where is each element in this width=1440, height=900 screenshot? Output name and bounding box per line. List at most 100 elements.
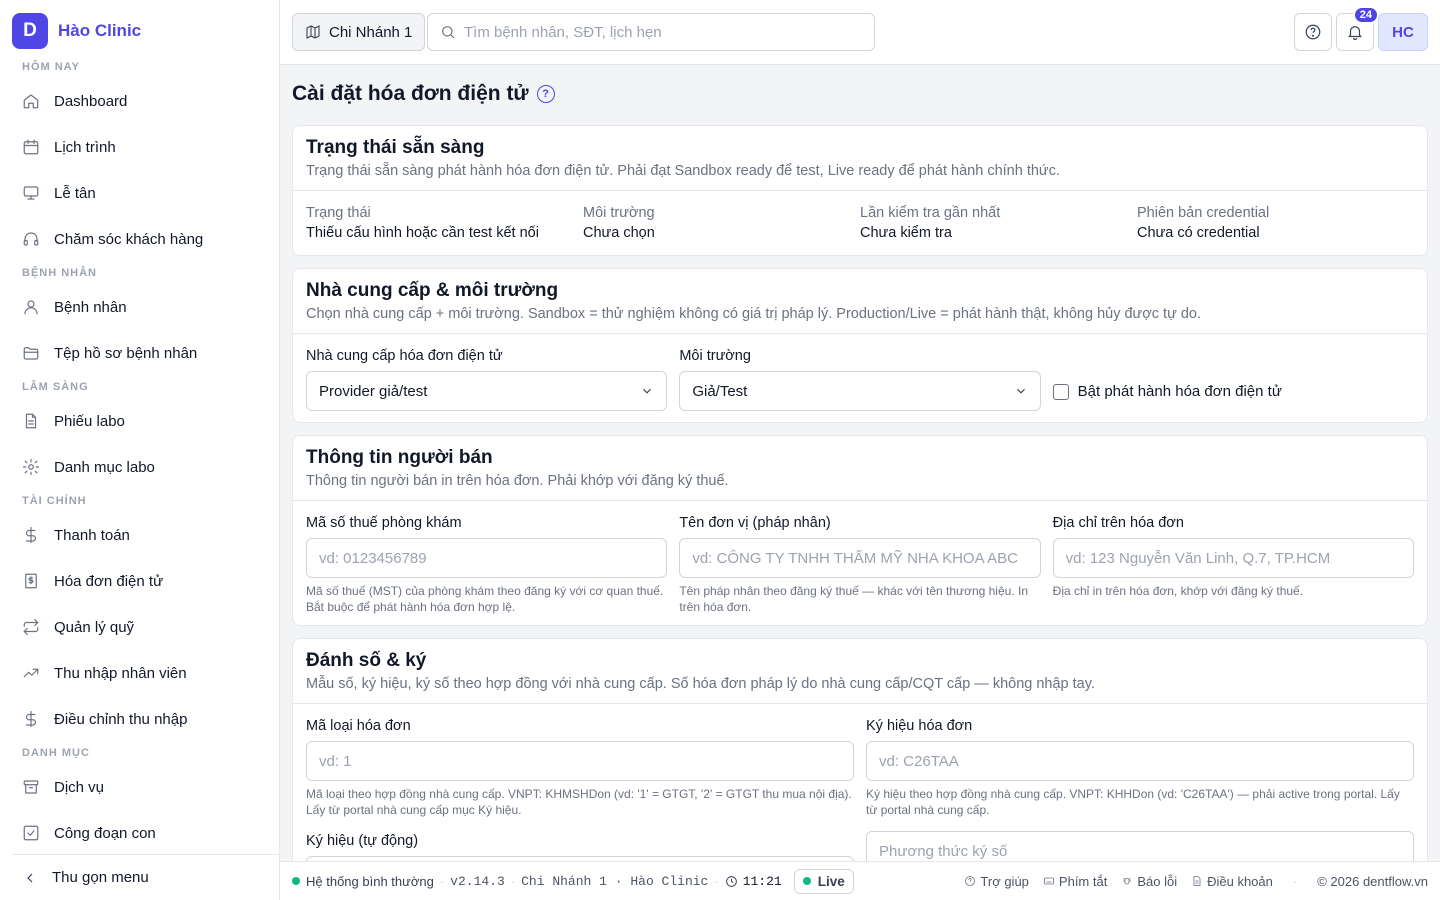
sidebar-item[interactable]: Thu nhập nhân viên [12, 650, 280, 696]
collapse-menu-button[interactable]: Thu gọn menu [12, 854, 280, 900]
sidebar-item[interactable]: Lễ tân [12, 170, 280, 216]
sign-method-input[interactable] [866, 831, 1414, 861]
invoice-symbol-input[interactable] [866, 741, 1414, 781]
sidebar-item[interactable]: Điều chỉnh thu nhập [12, 696, 280, 742]
brand[interactable]: D Hào Clinic [12, 13, 141, 49]
address-field: Địa chỉ trên hóa đơn Địa chỉ in trên hóa… [1052, 513, 1414, 615]
file-icon [25, 413, 37, 429]
help-button[interactable] [1294, 13, 1332, 51]
document-icon [1193, 876, 1201, 886]
footer-help-link[interactable]: Trợ giúp [964, 874, 1029, 889]
readiness-title: Trạng thái sẵn sàng [306, 137, 485, 158]
main-content: Cài đặt hóa đơn điện tử ? Trạng thái sẵn… [292, 65, 1428, 861]
status-item: Môi trường Chưa chọn [583, 203, 860, 243]
environment-field: Môi trường Giả/Test [679, 346, 1041, 411]
system-status: Hệ thống bình thường [292, 874, 434, 889]
footer-report-link[interactable]: Báo lỗi [1121, 874, 1177, 889]
sidebar-item[interactable]: Thanh toán [12, 512, 280, 558]
sidebar-item-label: Bệnh nhân [54, 298, 127, 316]
provider-desc: Chọn nhà cung cấp + môi trường. Sandbox … [306, 306, 1201, 322]
sidebar-item-label: Lễ tân [54, 184, 96, 202]
notifications-button[interactable]: 24 [1336, 6, 1379, 51]
environment-select[interactable]: Giả/Test [679, 371, 1041, 411]
seller-title: Thông tin người bán [306, 447, 493, 468]
collapse-menu-label: Thu gọn menu [52, 869, 149, 886]
search-box[interactable] [427, 13, 875, 51]
legal-name-hint: Tên pháp nhân theo đăng ký thuế — khác v… [679, 584, 1028, 614]
current-location: Chi Nhánh 1 · Hào Clinic [521, 873, 709, 889]
avatar[interactable]: HC [1378, 13, 1428, 51]
sidebar-item[interactable]: Công đoạn con [12, 810, 280, 842]
enable-einvoice-checkbox[interactable] [1052, 383, 1069, 400]
seller-body: Mã số thuế phòng khám Mã số thuế (MST) c… [293, 501, 1427, 627]
system-status-text: Hệ thống bình thường [306, 873, 434, 889]
sidebar-item-label: Thanh toán [54, 526, 130, 544]
sidebar-item[interactable]: Lịch trình [12, 124, 280, 170]
invoice-symbol-label: Ký hiệu hóa đơn [866, 718, 973, 734]
status-value: Chưa kiểm tra [860, 225, 952, 241]
sidebar-item[interactable]: Tệp hồ sơ bệnh nhân [12, 330, 280, 376]
sidebar-item-label: Lịch trình [54, 138, 116, 156]
home-icon [23, 94, 39, 109]
address-hint: Địa chỉ in trên hóa đơn, khớp với đăng k… [1052, 584, 1304, 598]
status-label: Phiên bản credential [1137, 205, 1270, 221]
sidebar-item-label: Điều chỉnh thu nhập [54, 710, 188, 728]
numbering-desc: Mẫu số, ký hiệu, ký số theo hợp đồng với… [306, 676, 1095, 692]
invoice-type-input[interactable] [306, 741, 854, 781]
sidebar-item[interactable]: Quản lý quỹ [12, 604, 280, 650]
help-circle-icon [1305, 24, 1321, 40]
legal-name-label: Tên đơn vị (pháp nhân) [679, 515, 831, 531]
invoice-type-label: Mã loại hóa đơn [306, 718, 411, 734]
sidebar-item[interactable]: Hóa đơn điện tử [12, 558, 280, 604]
tax-code-input[interactable] [306, 538, 668, 578]
readiness-card: Trạng thái sẵn sàng Trạng thái sẵn sàng … [292, 125, 1428, 256]
repeat-icon [23, 618, 39, 636]
status-value: Chưa chọn [583, 225, 655, 241]
help-circle-icon [965, 876, 976, 886]
sidebar-item-label: Phiếu labo [54, 412, 125, 430]
question-icon[interactable]: ? [536, 85, 555, 103]
user-icon [24, 300, 38, 315]
dollar-icon [25, 526, 37, 544]
provider-select[interactable]: Provider giả/test [306, 371, 668, 411]
seller-desc: Thông tin người bán in trên hóa đơn. Phả… [306, 473, 729, 489]
search-input[interactable] [464, 23, 864, 41]
sidebar-item-label: Dịch vụ [54, 778, 105, 796]
dollar-icon [25, 710, 37, 728]
separator: · [714, 873, 719, 889]
provider-header: Nhà cung cấp & môi trường Chọn nhà cung … [293, 269, 1427, 334]
tax-code-hint: Mã số thuế (MST) của phòng khám theo đăn… [306, 584, 664, 614]
brand-name: Hào Clinic [58, 21, 142, 40]
monitor-icon [23, 186, 39, 200]
footer-links: Trợ giúp Phím tắt Báo lỗi Điều khoản · ©… [964, 874, 1428, 889]
legal-name-input[interactable] [679, 538, 1041, 578]
bell-icon [1348, 26, 1362, 41]
provider-title: Nhà cung cấp & môi trường [306, 280, 559, 301]
enable-einvoice-checkbox-row[interactable]: Bật phát hành hóa đơn điện tử [1052, 383, 1414, 400]
sidebar-item-label: Quản lý quỹ [54, 618, 135, 636]
gear-icon [22, 458, 40, 476]
readiness-status-grid: Trạng thái Thiếu cấu hình hoặc cần test … [293, 191, 1427, 255]
separator: · [510, 873, 516, 889]
footer-terms-label: Điều khoản [1207, 873, 1273, 889]
sidebar-item[interactable]: Danh mục labo [12, 444, 280, 490]
sidebar-item-label: Thu nhập nhân viên [54, 664, 187, 682]
sidebar-item[interactable]: Phiếu labo [12, 398, 280, 444]
branch-selector-button[interactable]: Chi Nhánh 1 [292, 13, 426, 51]
footer-terms-link[interactable]: Điều khoản [1191, 874, 1273, 889]
status-label: Trạng thái [306, 205, 371, 221]
sidebar-item[interactable]: Dashboard [12, 78, 280, 124]
footer-shortcuts-label: Phím tắt [1058, 873, 1108, 889]
copyright: © 2026 dentflow.vn [1317, 873, 1428, 889]
sidebar-item[interactable]: Chăm sóc khách hàng [12, 216, 280, 262]
status-footer: Hệ thống bình thường · v2.14.3 · Chi Nhá… [280, 861, 1440, 900]
sidebar-item[interactable]: Bệnh nhân [12, 284, 280, 330]
notification-badge: 24 [1352, 6, 1379, 24]
live-env-badge[interactable]: Live [793, 868, 854, 894]
sidebar-item[interactable]: Dịch vụ [12, 764, 280, 810]
footer-shortcuts-link[interactable]: Phím tắt [1043, 874, 1107, 889]
address-input[interactable] [1052, 538, 1414, 578]
search-icon [442, 26, 455, 39]
numbering-title: Đánh số & ký [306, 650, 427, 671]
status-item: Phiên bản credential Chưa có credential [1137, 203, 1414, 243]
